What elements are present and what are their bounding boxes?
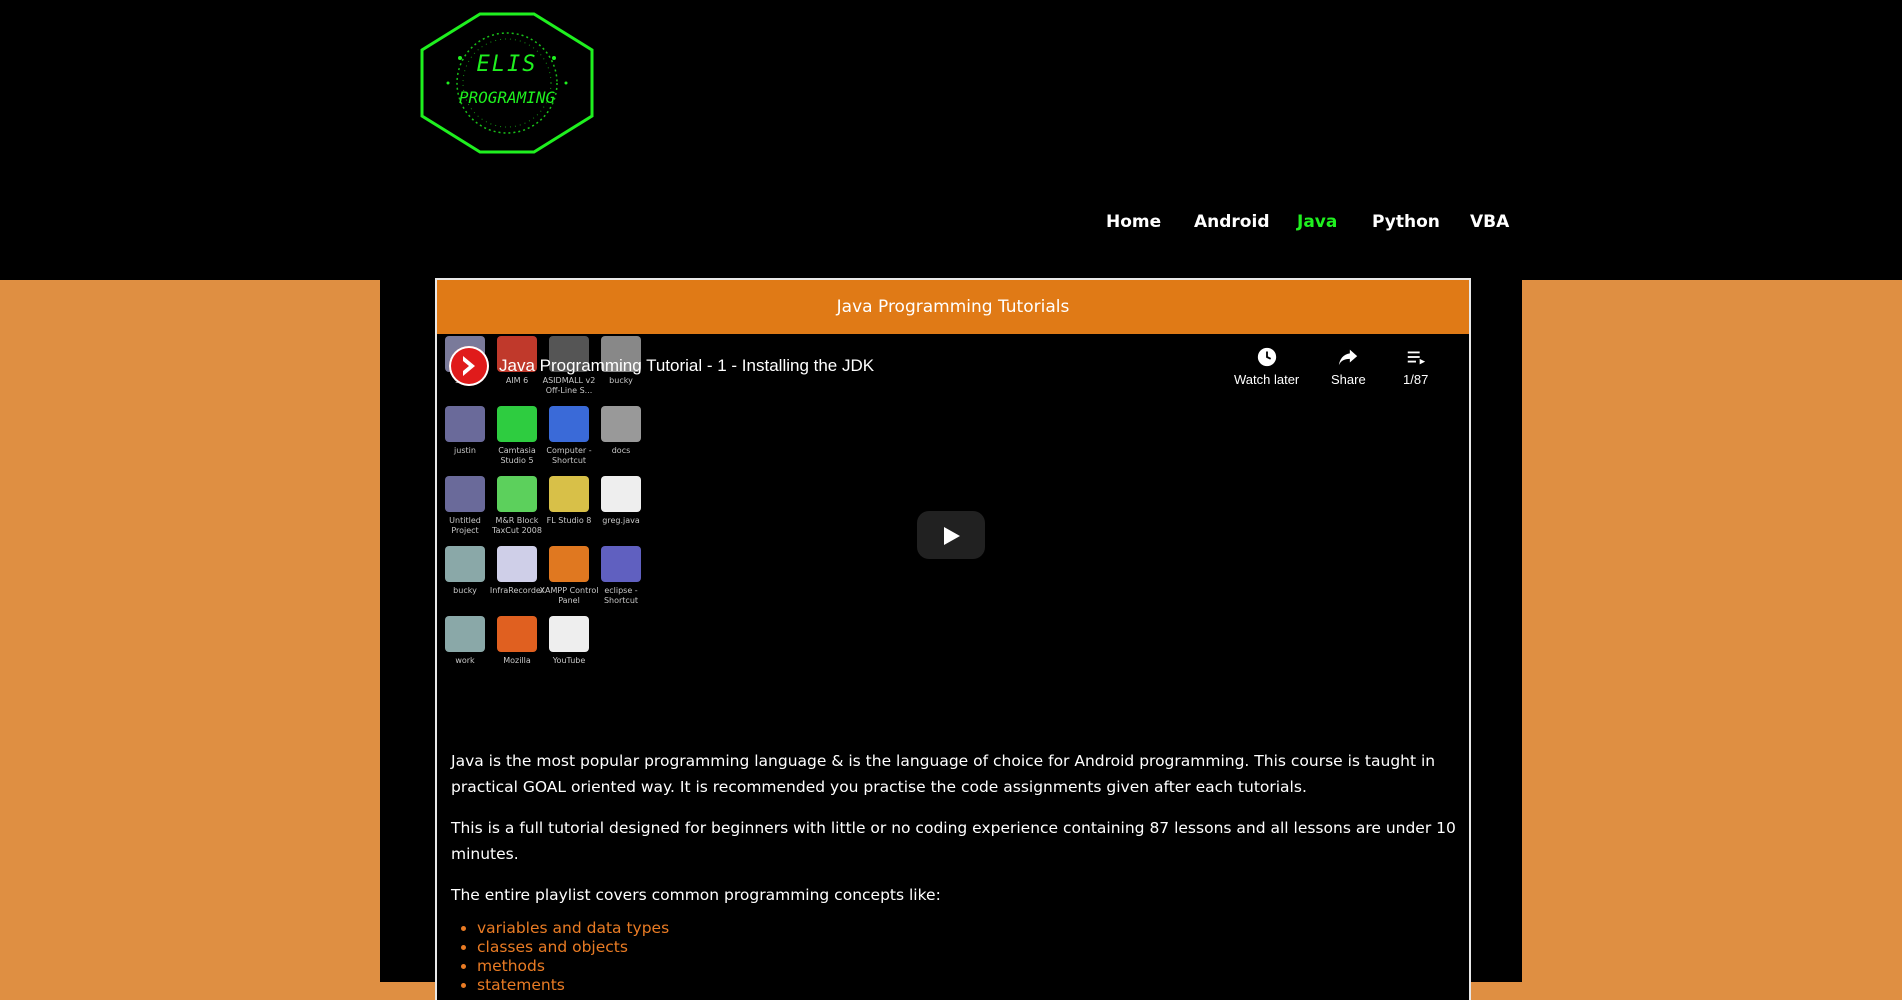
topic-item[interactable]: variables and data types (477, 919, 1469, 938)
desktop-icon-label: eclipse - Shortcut (603, 586, 639, 605)
site-logo[interactable]: ELIS PROGRAMING (418, 12, 596, 154)
desktop-app-icon (601, 476, 641, 512)
desktop-icon: eclipse - Shortcut (591, 546, 651, 606)
desktop-icon: Camtasia Studio 5 (487, 406, 547, 466)
description-paragraph-1: Java is the most popular programming lan… (451, 752, 1436, 796)
play-icon (944, 527, 960, 545)
desktop-icon: M&R Block TaxCut 2008 (487, 476, 547, 536)
desktop-icon-label: Camtasia Studio 5 (498, 446, 536, 465)
playlist-button[interactable]: 1/87 (1403, 346, 1428, 387)
logo-line1: ELIS (476, 52, 538, 77)
logo-line2: PROGRAMING (458, 88, 556, 107)
nav-java[interactable]: Java (1297, 212, 1337, 232)
desktop-icon-label: AIM 6 (505, 376, 529, 385)
watch-later-label: Watch later (1234, 372, 1300, 387)
desktop-app-icon (445, 616, 485, 652)
playlist-icon (1407, 351, 1425, 365)
desktop-app-icon (497, 616, 537, 652)
desktop-icon-label: Mozilla (503, 656, 531, 665)
video-player[interactable]: SciteAIM 6ASIDMALL v2 Off-Line S...bucky… (437, 334, 1469, 748)
nav-vba[interactable]: VBA (1470, 212, 1509, 232)
desktop-icon: greg.java (591, 476, 651, 526)
topics-list: variables and data types classes and obj… (451, 919, 1469, 995)
desktop-icon-label: M&R Block TaxCut 2008 (492, 516, 542, 535)
topic-item[interactable]: classes and objects (477, 938, 1469, 957)
tutorial-panel: Java Programming Tutorials SciteAIM 6ASI… (435, 278, 1471, 1000)
desktop-app-icon (601, 546, 641, 582)
desktop-app-icon (549, 406, 589, 442)
desktop-icon-label: Computer - Shortcut (546, 446, 592, 465)
desktop-icon-label: InfraRecorder (489, 586, 545, 595)
desktop-icon-label: docs (611, 446, 631, 455)
watch-later-button[interactable]: Watch later (1234, 346, 1299, 387)
desktop-app-icon (445, 546, 485, 582)
video-title[interactable]: Java Programming Tutorial - 1 - Installi… (499, 356, 874, 376)
course-description: Java is the most popular programming lan… (437, 748, 1469, 995)
desktop-icon-label: bucky (609, 376, 633, 385)
site-header (0, 0, 1902, 280)
desktop-icon: InfraRecorder (487, 546, 547, 596)
desktop-app-icon (497, 546, 537, 582)
desktop-icon: Computer - Shortcut (539, 406, 599, 466)
desktop-app-icon (549, 546, 589, 582)
desktop-app-icon (601, 406, 641, 442)
desktop-icon-label: FL Studio 8 (546, 516, 592, 525)
desktop-icon-label: XAMPP Control Panel (539, 586, 599, 605)
desktop-icon: YouTube (539, 616, 599, 666)
channel-avatar[interactable] (449, 346, 489, 386)
play-button[interactable] (917, 511, 985, 559)
desktop-icon: XAMPP Control Panel (539, 546, 599, 606)
desktop-icon: FL Studio 8 (539, 476, 599, 526)
logo-badge-icon (420, 12, 594, 154)
desktop-icon-label: ASIDMALL v2 Off-Line S... (542, 376, 596, 395)
share-icon (1339, 349, 1358, 366)
nav-android[interactable]: Android (1194, 212, 1270, 232)
share-button[interactable]: Share (1331, 346, 1366, 387)
desktop-icon: Mozilla (487, 616, 547, 666)
desktop-app-icon (445, 406, 485, 442)
share-label: Share (1331, 372, 1366, 387)
chevron-right-icon (463, 356, 475, 376)
nav-python[interactable]: Python (1372, 212, 1440, 232)
desktop-app-icon (445, 476, 485, 512)
topic-item[interactable]: methods (477, 957, 1469, 976)
desktop-app-icon (497, 476, 537, 512)
topic-item[interactable]: statements (477, 976, 1469, 995)
desktop-icon: docs (591, 406, 651, 456)
desktop-app-icon (549, 616, 589, 652)
nav-home[interactable]: Home (1106, 212, 1161, 232)
desktop-icon-label: YouTube (552, 656, 586, 665)
panel-title: Java Programming Tutorials (437, 280, 1469, 334)
description-paragraph-2: This is a full tutorial designed for beg… (451, 819, 1456, 863)
desktop-icon-label: greg.java (602, 516, 640, 525)
desktop-app-icon (497, 406, 537, 442)
description-paragraph-3: The entire playlist covers common progra… (451, 886, 941, 904)
desktop-app-icon (549, 476, 589, 512)
clock-icon (1257, 347, 1276, 367)
playlist-position: 1/87 (1403, 372, 1429, 387)
